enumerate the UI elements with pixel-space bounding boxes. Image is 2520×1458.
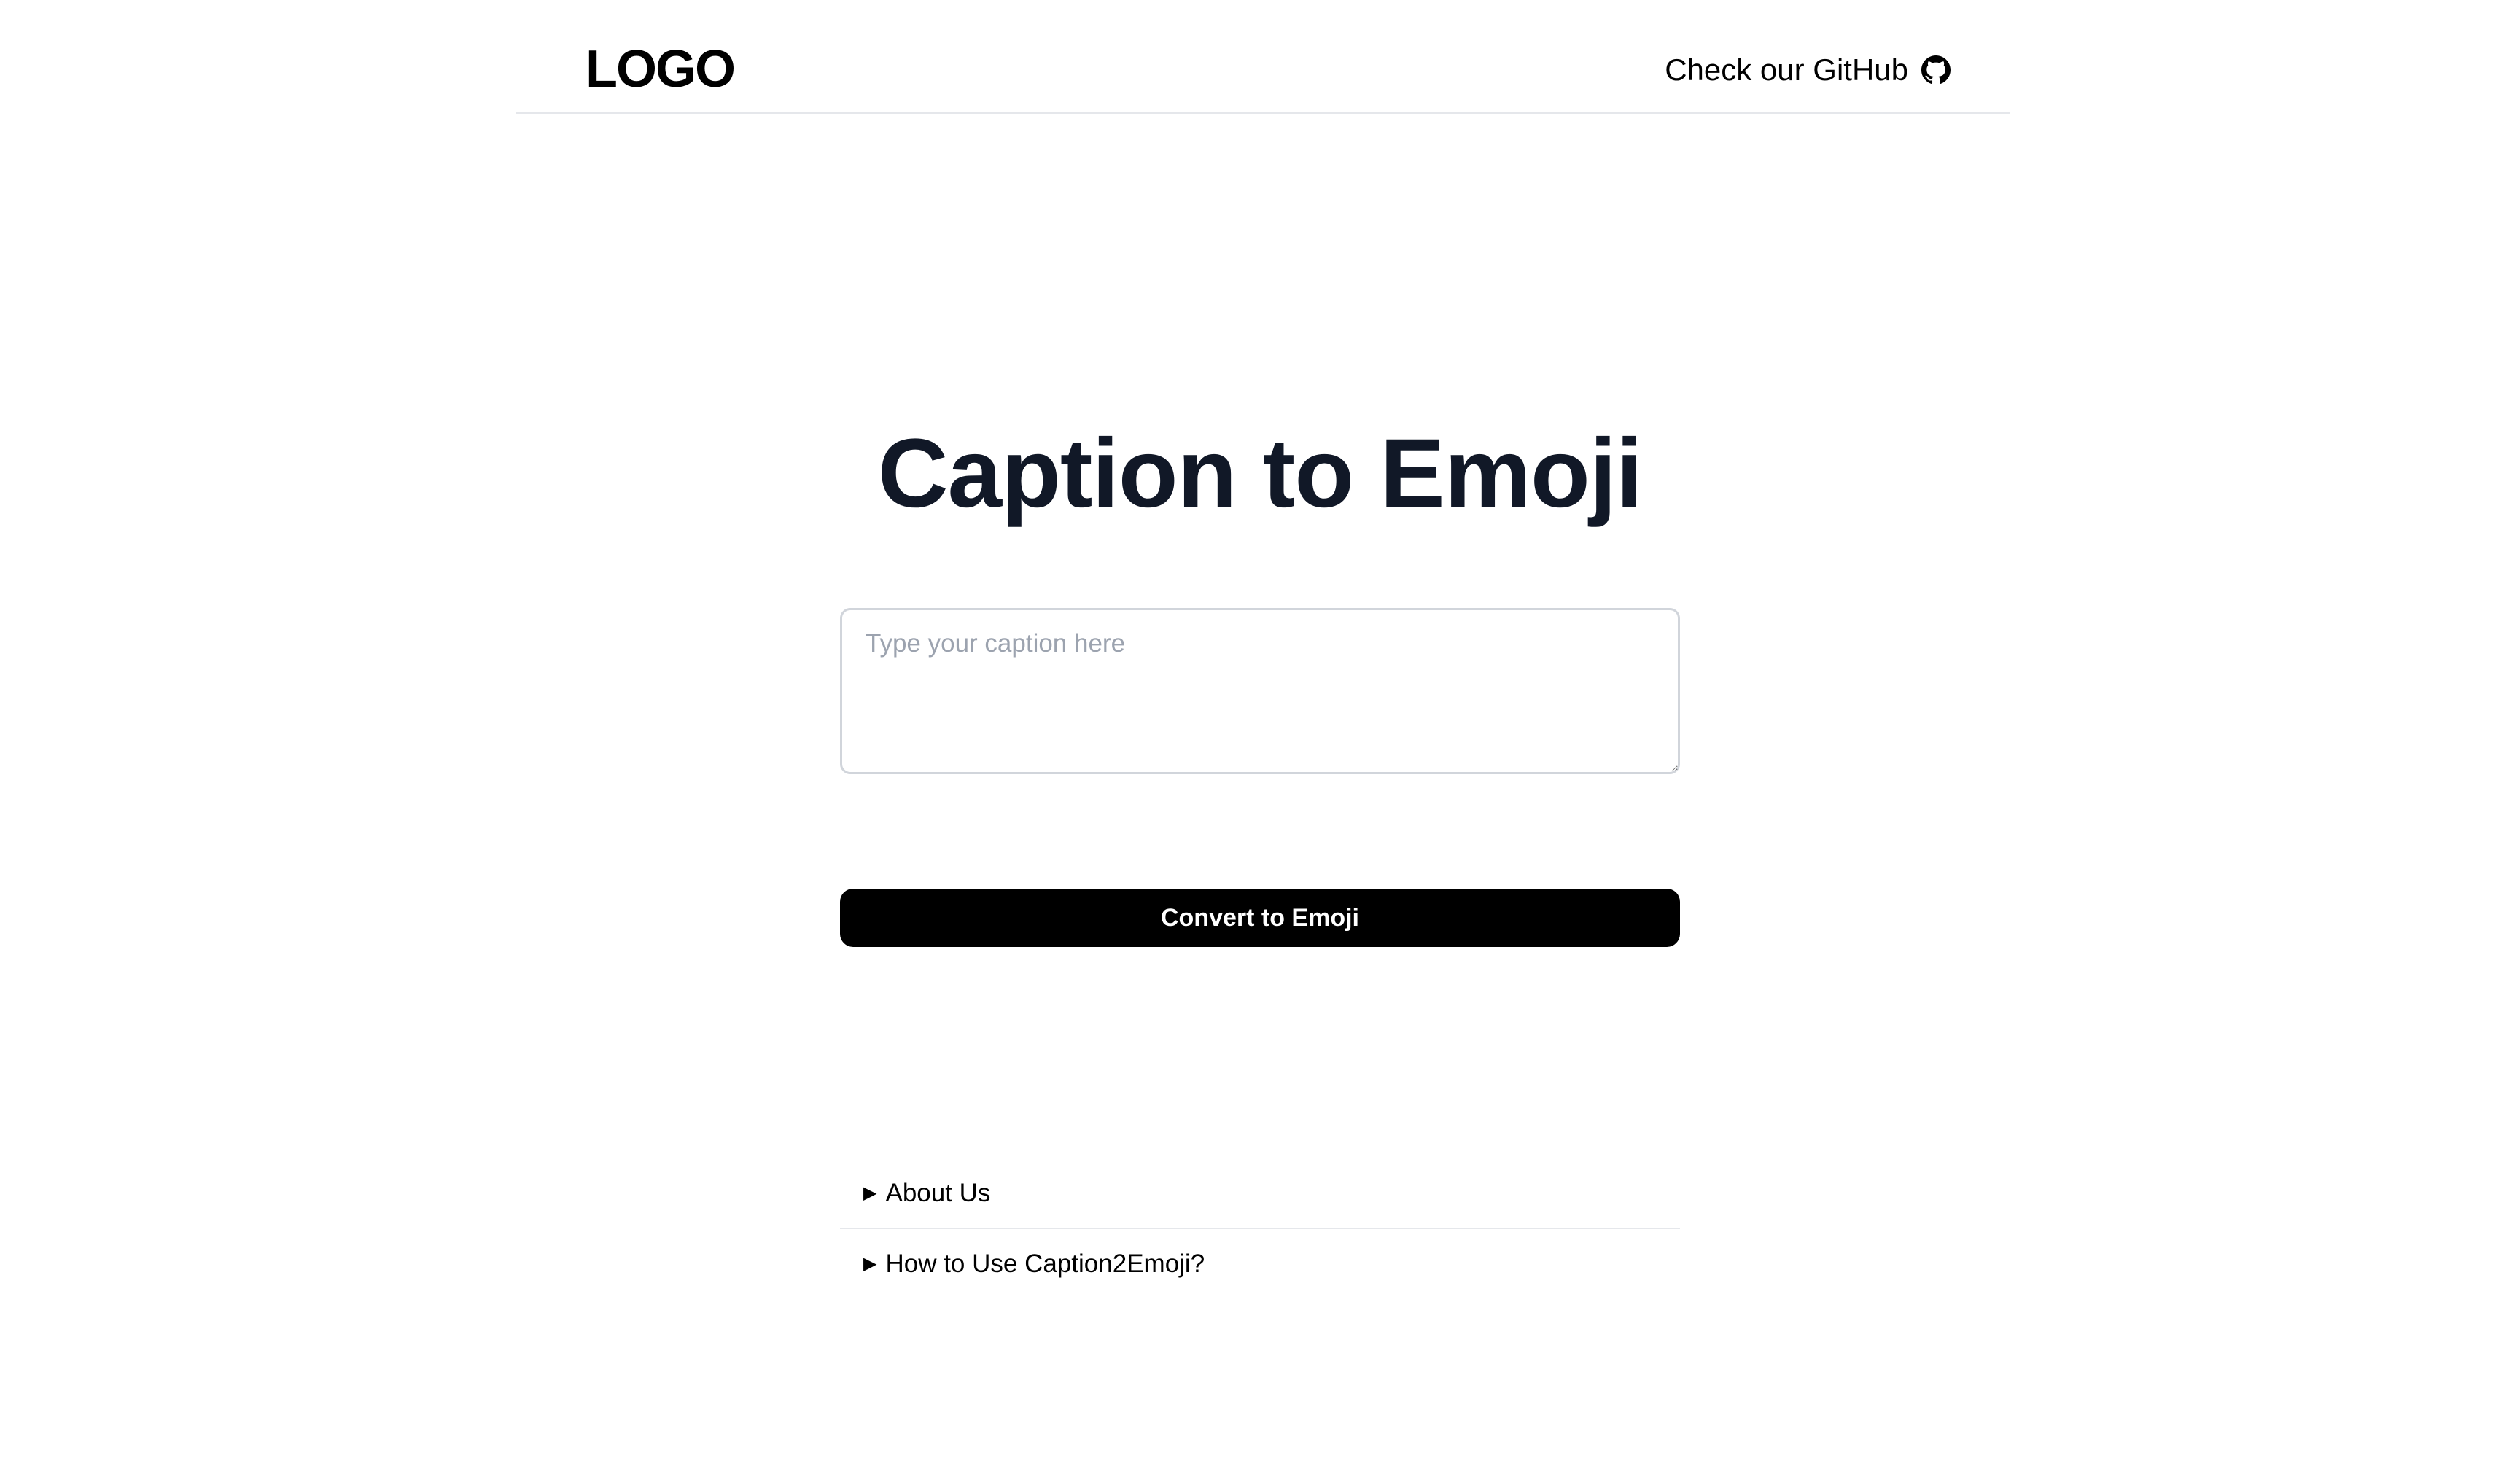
page-title: Caption to Emoji — [877, 419, 1643, 528]
convert-to-emoji-button[interactable]: Convert to Emoji — [840, 889, 1680, 947]
github-link[interactable]: Check our GitHub — [1665, 48, 1951, 92]
caption-input[interactable] — [840, 608, 1680, 774]
github-icon — [1921, 55, 1951, 85]
faq-item-label: About Us — [885, 1178, 991, 1207]
github-link-label: Check our GitHub — [1665, 52, 1908, 87]
faq-item-label: How to Use Caption2Emoji? — [885, 1249, 1205, 1278]
logo[interactable]: LOGO — [586, 36, 736, 102]
faq-item-about-us[interactable]: ▶ About Us — [840, 1158, 1680, 1229]
faq-section: ▶ About Us ▶ How to Use Caption2Emoji? — [840, 1158, 1680, 1298]
triangle-right-icon: ▶ — [863, 1183, 877, 1203]
site-header: LOGO Check our GitHub — [516, 0, 2010, 114]
faq-item-how-to-use[interactable]: ▶ How to Use Caption2Emoji? — [840, 1229, 1680, 1298]
triangle-right-icon: ▶ — [863, 1254, 877, 1274]
